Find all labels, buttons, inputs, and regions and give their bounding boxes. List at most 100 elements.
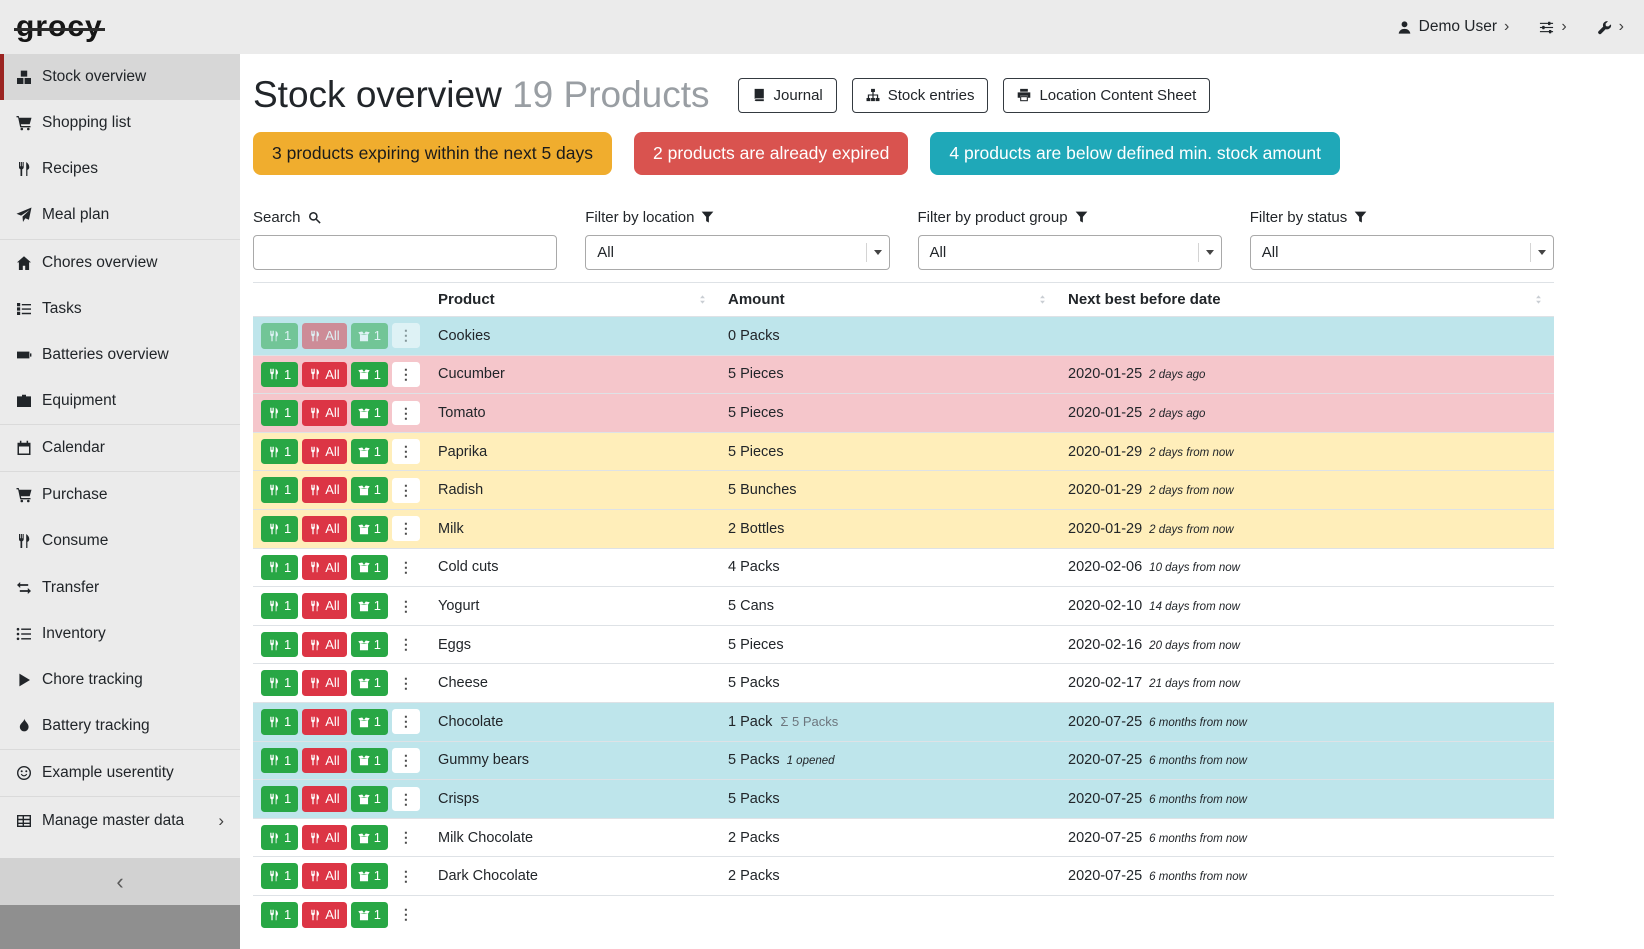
stock-entries-button[interactable]: Stock entries [852,78,989,113]
row-menu-button[interactable]: ⋮ [392,671,420,696]
open-one-button[interactable]: 1 [351,863,388,889]
consume-all-button[interactable]: All [302,825,346,851]
consume-one-button[interactable]: 1 [261,748,298,774]
sort-icon[interactable] [697,293,708,306]
sidebar-item-recipes[interactable]: Recipes [0,146,240,192]
product-column-header[interactable]: Product [428,283,718,317]
sidebar-item-purchase[interactable]: Purchase [0,472,240,518]
sidebar-item-equipment[interactable]: Equipment [0,378,240,424]
consume-one-button[interactable]: 1 [261,516,298,542]
open-one-button[interactable]: 1 [351,555,388,581]
bbd-column-header[interactable]: Next best before date [1058,283,1554,317]
search-input[interactable] [253,235,557,270]
settings-menu[interactable]: › [1539,19,1566,35]
consume-all-button[interactable]: All [302,863,346,889]
sidebar-item-manage-master-data[interactable]: Manage master data › [0,797,240,845]
sidebar-item-stock-overview[interactable]: Stock overview [0,54,240,100]
consume-all-button[interactable]: All [302,709,346,735]
consume-all-button[interactable]: All [302,477,346,503]
consume-all-button[interactable]: All [302,748,346,774]
sidebar-item-chore-tracking[interactable]: Chore tracking [0,657,240,703]
sidebar-item-calendar[interactable]: Calendar [0,425,240,471]
sort-icon[interactable] [1037,293,1048,306]
row-menu-button[interactable]: ⋮ [392,439,420,464]
admin-menu[interactable]: › [1597,19,1624,35]
sort-icon[interactable] [1533,293,1544,306]
consume-all-button[interactable]: All [302,902,346,928]
open-one-button[interactable]: 1 [351,477,388,503]
sidebar-item-transfer[interactable]: Transfer [0,565,240,611]
sidebar-item-chores-overview[interactable]: Chores overview [0,240,240,286]
row-menu-button[interactable]: ⋮ [392,748,420,773]
sidebar-collapse-button[interactable]: ‹ [0,858,240,905]
consume-one-button[interactable]: 1 [261,362,298,388]
row-menu-button[interactable]: ⋮ [392,323,420,348]
user-menu[interactable]: Demo User › [1397,18,1510,36]
open-one-button[interactable]: 1 [351,786,388,812]
row-menu-button[interactable]: ⋮ [392,516,420,541]
sidebar-item-shopping-list[interactable]: Shopping list [0,100,240,146]
row-menu-button[interactable]: ⋮ [392,401,420,426]
open-one-button[interactable]: 1 [351,825,388,851]
row-menu-button[interactable]: ⋮ [392,594,420,619]
open-one-button[interactable]: 1 [351,632,388,658]
open-one-button[interactable]: 1 [351,439,388,465]
consume-all-button[interactable]: All [302,555,346,581]
open-one-button[interactable]: 1 [351,748,388,774]
row-menu-button[interactable]: ⋮ [392,825,420,850]
consume-all-button[interactable]: All [302,670,346,696]
consume-one-button[interactable]: 1 [261,400,298,426]
row-menu-button[interactable]: ⋮ [392,362,420,387]
below-min-stock-alert[interactable]: 4 products are below defined min. stock … [930,132,1340,175]
sidebar-item-meal-plan[interactable]: Meal plan [0,192,240,238]
open-one-button[interactable]: 1 [351,709,388,735]
sidebar-item-inventory[interactable]: Inventory [0,611,240,657]
expiring-alert[interactable]: 3 products expiring within the next 5 da… [253,132,612,175]
sidebar-item-batteries-overview[interactable]: Batteries overview [0,332,240,378]
sidebar-item-example-userentity[interactable]: Example userentity [0,750,240,796]
location-filter-select[interactable]: All [585,235,889,270]
open-one-button[interactable]: 1 [351,902,388,928]
consume-all-button[interactable]: All [302,323,346,349]
open-one-button[interactable]: 1 [351,670,388,696]
row-menu-button[interactable]: ⋮ [392,787,420,812]
status-filter-select[interactable]: All [1250,235,1554,270]
consume-one-button[interactable]: 1 [261,902,298,928]
row-menu-button[interactable]: ⋮ [392,478,420,503]
consume-one-button[interactable]: 1 [261,477,298,503]
consume-all-button[interactable]: All [302,400,346,426]
open-one-button[interactable]: 1 [351,323,388,349]
consume-one-button[interactable]: 1 [261,632,298,658]
journal-button[interactable]: Journal [738,78,837,113]
row-menu-button[interactable]: ⋮ [392,632,420,657]
consume-one-button[interactable]: 1 [261,439,298,465]
consume-all-button[interactable]: All [302,632,346,658]
open-one-button[interactable]: 1 [351,362,388,388]
consume-all-button[interactable]: All [302,786,346,812]
consume-one-button[interactable]: 1 [261,709,298,735]
grocy-logo[interactable]: grocy [16,10,103,44]
consume-all-button[interactable]: All [302,516,346,542]
sidebar-item-consume[interactable]: Consume [0,518,240,564]
product-group-filter-select[interactable]: All [918,235,1222,270]
consume-one-button[interactable]: 1 [261,555,298,581]
consume-all-button[interactable]: All [302,362,346,388]
consume-one-button[interactable]: 1 [261,825,298,851]
consume-all-button[interactable]: All [302,439,346,465]
row-menu-button[interactable]: ⋮ [392,555,420,580]
consume-one-button[interactable]: 1 [261,786,298,812]
consume-one-button[interactable]: 1 [261,323,298,349]
amount-column-header[interactable]: Amount [718,283,1058,317]
sidebar-item-tasks[interactable]: Tasks [0,286,240,332]
open-one-button[interactable]: 1 [351,593,388,619]
open-one-button[interactable]: 1 [351,400,388,426]
consume-all-button[interactable]: All [302,593,346,619]
consume-one-button[interactable]: 1 [261,863,298,889]
consume-one-button[interactable]: 1 [261,593,298,619]
consume-one-button[interactable]: 1 [261,670,298,696]
open-one-button[interactable]: 1 [351,516,388,542]
location-content-sheet-button[interactable]: Location Content Sheet [1003,78,1210,113]
expired-alert[interactable]: 2 products are already expired [634,132,908,175]
row-menu-button[interactable]: ⋮ [392,864,420,889]
sidebar-item-battery-tracking[interactable]: Battery tracking [0,703,240,749]
